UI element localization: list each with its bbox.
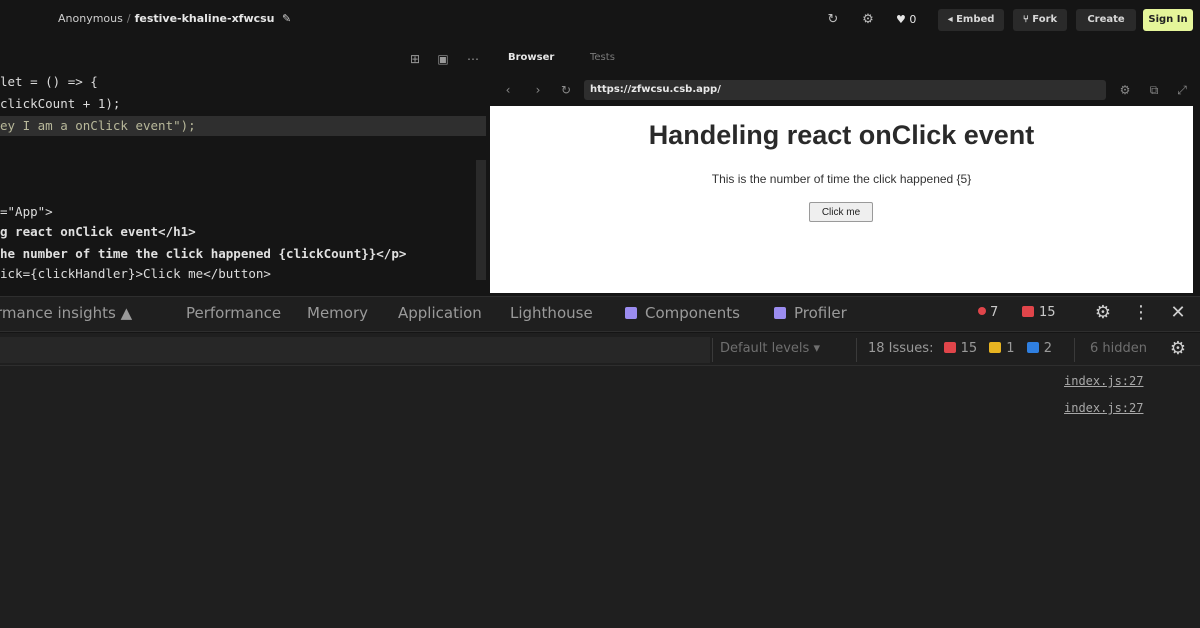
- devtools-tab-bar: [0, 296, 1200, 332]
- code-line[interactable]: ="App">: [0, 202, 53, 222]
- warning-count: 15: [1039, 305, 1056, 320]
- embed-button[interactable]: ◂ Embed: [938, 9, 1004, 31]
- heart-icon: ♥: [896, 13, 906, 26]
- divider: [856, 338, 857, 362]
- url-bar[interactable]: https://zfwcsu.csb.app/: [584, 80, 1106, 100]
- devtools-close-icon[interactable]: ✕: [1167, 302, 1189, 324]
- breadcrumb-project[interactable]: festive-khaline-xfwcsu: [135, 12, 275, 25]
- warning-icon: [1022, 306, 1034, 317]
- breadcrumb: Anonymous / festive-khaline-xfwcsu ✎: [58, 12, 291, 25]
- sign-in-button[interactable]: Sign In: [1143, 9, 1193, 31]
- forward-icon[interactable]: ›: [530, 82, 546, 98]
- issue-error-icon: [943, 342, 956, 353]
- console-output: [0, 366, 1200, 628]
- fork-icon: ⑂: [1022, 14, 1029, 25]
- refresh-icon[interactable]: ↻: [558, 82, 574, 98]
- editor-scrollbar[interactable]: [476, 160, 486, 280]
- tab-application[interactable]: Application: [398, 304, 482, 322]
- new-window-icon[interactable]: ⧉: [1146, 82, 1162, 98]
- tab-profiler[interactable]: Profiler: [774, 304, 847, 322]
- page-heading: Handeling react onClick event: [648, 120, 1035, 150]
- create-button[interactable]: Create: [1076, 9, 1136, 31]
- code-line[interactable]: ick={clickHandler}>Click me</button>: [0, 264, 271, 284]
- tab-components[interactable]: Components: [625, 304, 740, 322]
- tab-components-label: Components: [645, 304, 740, 322]
- issues-red-count: 15: [960, 341, 978, 356]
- share-icon[interactable]: ↻: [825, 12, 841, 28]
- layout-icon[interactable]: ⊞: [408, 52, 422, 66]
- breadcrumb-user[interactable]: Anonymous: [58, 12, 123, 25]
- code-line[interactable]: clickCount + 1);: [0, 94, 120, 114]
- default-levels-dropdown[interactable]: Default levels ▾: [720, 341, 820, 356]
- hidden-count: 6 hidden: [1090, 341, 1147, 356]
- more-icon[interactable]: ⋯: [466, 52, 480, 66]
- warning-counter[interactable]: 15: [1022, 305, 1056, 320]
- tab-browser[interactable]: Browser: [508, 52, 554, 63]
- source-link[interactable]: index.js:27: [1064, 374, 1143, 388]
- divider: [1074, 338, 1075, 362]
- back-icon[interactable]: ‹: [500, 82, 516, 98]
- fork-label: Fork: [1032, 14, 1058, 25]
- source-link[interactable]: index.js:27: [1064, 401, 1143, 415]
- divider: [712, 338, 713, 362]
- edit-icon[interactable]: ✎: [282, 12, 291, 25]
- like-counter[interactable]: ♥ 0: [896, 13, 916, 26]
- like-count: 0: [909, 13, 917, 26]
- issues-label: 18 Issues:: [868, 341, 934, 356]
- embed-icon: ◂: [947, 14, 953, 25]
- tab-lighthouse[interactable]: Lighthouse: [510, 304, 593, 322]
- issues-yellow-count: 1: [1006, 341, 1015, 356]
- gear-icon[interactable]: ⚙: [1117, 82, 1133, 98]
- tab-performance[interactable]: Performance: [186, 304, 281, 322]
- tab-memory[interactable]: Memory: [307, 304, 368, 322]
- error-counter[interactable]: 7: [978, 305, 998, 320]
- issue-warning-icon: [989, 342, 1002, 353]
- console-filter-input[interactable]: [0, 337, 710, 363]
- breadcrumb-separator: /: [126, 12, 131, 25]
- devtools-settings-icon[interactable]: ⚙: [1092, 302, 1114, 324]
- code-line[interactable]: he number of time the click happened {cl…: [0, 244, 406, 264]
- issues-counter[interactable]: 18 Issues: 15 1 2: [868, 341, 1052, 356]
- issues-blue-count: 2: [1043, 341, 1052, 356]
- click-me-button[interactable]: Click me: [809, 202, 873, 222]
- split-view-icon[interactable]: ▣: [436, 52, 450, 66]
- create-label: Create: [1087, 14, 1125, 25]
- tab-profiler-label: Profiler: [794, 304, 847, 322]
- issue-info-icon: [1026, 342, 1039, 353]
- console-settings-icon[interactable]: ⚙: [1167, 338, 1189, 360]
- error-icon: [978, 307, 986, 315]
- tab-performance-insights[interactable]: rmance insights ▲: [0, 304, 132, 322]
- error-count: 7: [990, 305, 999, 320]
- code-line[interactable]: ey I am a onClick event");: [0, 116, 196, 136]
- code-line[interactable]: let = () => {: [0, 72, 98, 92]
- devtools-menu-icon[interactable]: ⋮: [1130, 302, 1152, 324]
- react-components-icon: [625, 307, 637, 319]
- sign-in-label: Sign In: [1148, 14, 1188, 25]
- tab-tests[interactable]: Tests: [590, 52, 615, 63]
- fork-button[interactable]: ⑂ Fork: [1013, 9, 1067, 31]
- embed-label: Embed: [956, 14, 995, 25]
- browser-preview: Handeling react onClick event This is th…: [490, 106, 1193, 293]
- react-profiler-icon: [774, 307, 786, 319]
- settings-icon[interactable]: ⚙: [860, 12, 876, 28]
- expand-icon[interactable]: ⤢: [1174, 82, 1190, 98]
- code-line[interactable]: g react onClick event</h1>: [0, 222, 196, 242]
- click-count-message: This is the number of time the click hap…: [711, 172, 972, 186]
